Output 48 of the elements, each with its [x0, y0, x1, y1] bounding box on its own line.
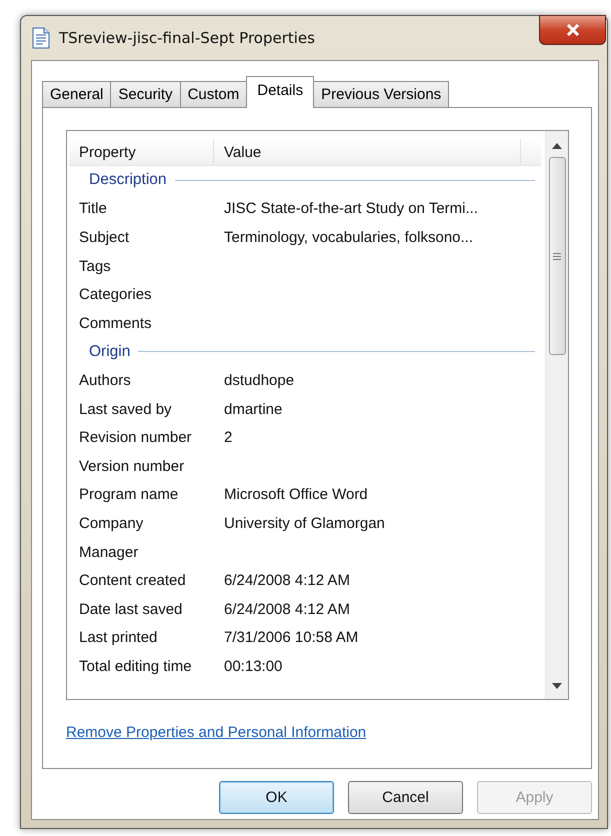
property-value: University of Glamorgan — [223, 514, 385, 532]
property-value: 2 — [223, 429, 232, 446]
scroll-thumb[interactable] — [548, 157, 566, 355]
close-icon — [566, 24, 580, 36]
property-value: Terminology, vocabularies, folksono... — [223, 228, 474, 246]
tab[interactable]: Previous Versions — [313, 81, 450, 107]
property-name: Authors — [78, 372, 132, 389]
property-name: Content created — [78, 572, 187, 590]
property-name: Subject — [78, 228, 130, 246]
property-value: 6/24/2008 4:12 AM — [223, 600, 350, 618]
group-heading: Description — [89, 171, 167, 190]
property-value: 7/31/2006 10:58 AM — [223, 629, 358, 646]
property-value: Microsoft Office Word — [223, 486, 368, 504]
tab[interactable]: General — [42, 81, 112, 107]
property-name: Categories — [78, 286, 153, 304]
property-name: Last saved by — [78, 400, 173, 418]
dialog-button[interactable]: Cancel — [348, 781, 463, 814]
column-header[interactable]: Value — [214, 139, 521, 165]
group-heading: Origin — [89, 342, 130, 361]
document-icon — [32, 27, 50, 49]
scroll-down-icon[interactable] — [552, 683, 562, 689]
property-name: Title — [78, 200, 108, 218]
property-value: dmartine — [223, 400, 282, 418]
property-name: Program name — [78, 486, 180, 504]
dialog-button[interactable]: OK — [219, 781, 334, 814]
property-value: 00:13:00 — [223, 658, 282, 675]
property-name: Date last saved — [78, 600, 184, 618]
property-value: 6/24/2008 4:12 AM — [223, 572, 350, 590]
property-name: Version number — [78, 458, 186, 475]
property-name: Comments — [78, 314, 153, 332]
property-name: Revision number — [78, 429, 193, 446]
column-header[interactable]: Property — [69, 139, 214, 165]
property-name: Tags — [78, 258, 112, 275]
scrollbar[interactable] — [545, 131, 568, 699]
property-name: Last printed — [78, 629, 158, 646]
tab[interactable]: Security — [110, 81, 181, 107]
tab[interactable]: Custom — [180, 81, 248, 107]
property-name: Total editing time — [78, 658, 193, 675]
property-value: dstudhope — [223, 372, 294, 389]
property-name: Manager — [78, 544, 140, 561]
remove-properties-link[interactable]: Remove Properties and Personal Information — [66, 724, 366, 741]
window-title: TSreview-jisc-final-Sept Properties — [59, 29, 315, 47]
property-name: Company — [78, 514, 144, 532]
property-value: JISC State-of-the-art Study on Termi... — [223, 200, 478, 218]
grip-icon — [553, 252, 561, 260]
tab[interactable]: Details — [246, 76, 314, 108]
close-button[interactable] — [539, 15, 606, 45]
scroll-up-icon[interactable] — [552, 143, 562, 149]
